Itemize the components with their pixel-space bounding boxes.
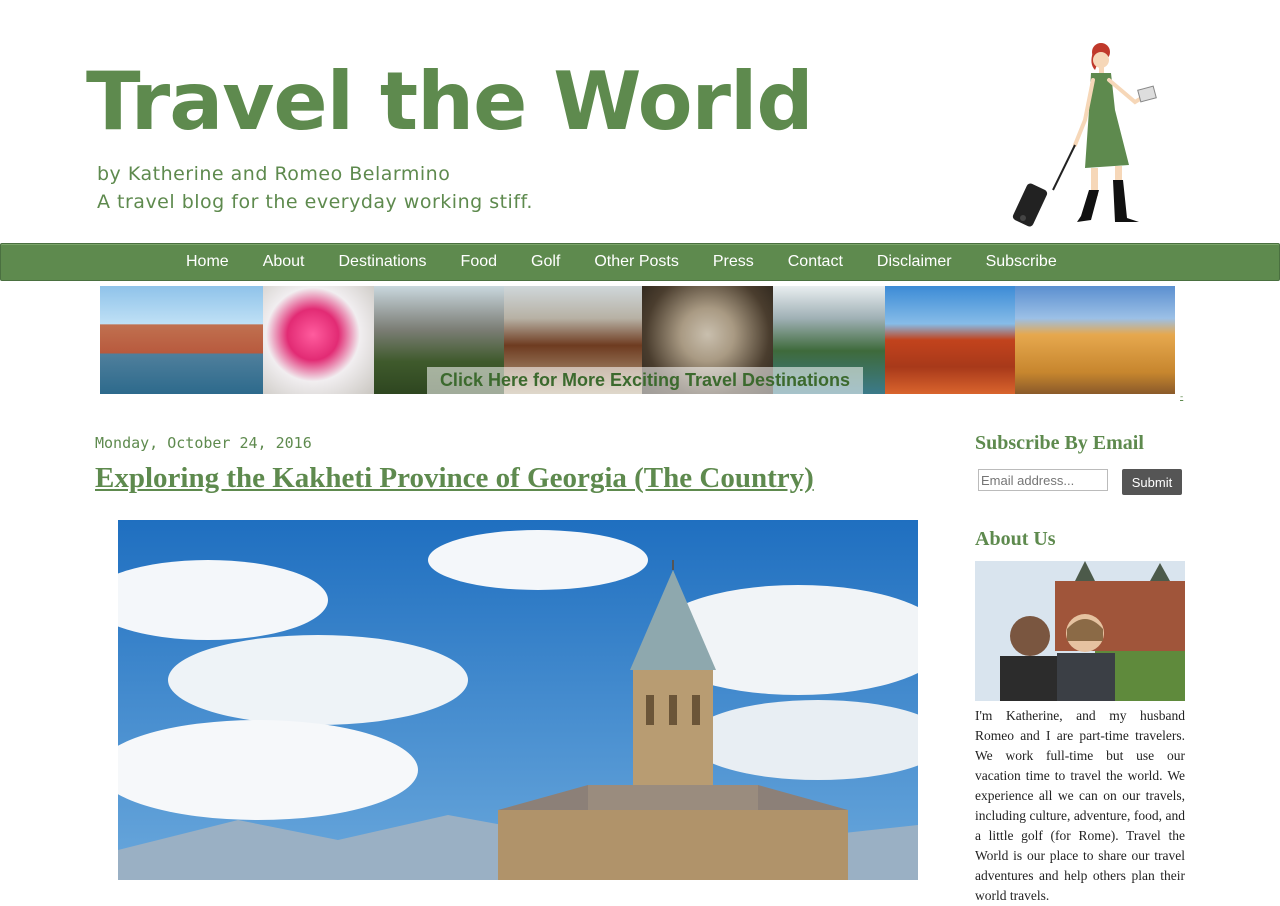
subscribe-submit-button[interactable]: Submit bbox=[1122, 469, 1182, 495]
post-title-link[interactable]: Exploring the Kakheti Province of Georgi… bbox=[95, 462, 814, 495]
nav-item-about[interactable]: About bbox=[246, 244, 322, 280]
banner-photo-parthenon bbox=[1015, 286, 1175, 394]
post-hero-image-cathedral bbox=[118, 520, 918, 880]
banner-photo-castle bbox=[100, 286, 263, 394]
nav-item-press[interactable]: Press bbox=[696, 244, 771, 280]
nav-item-home[interactable]: Home bbox=[169, 244, 246, 280]
banner-photo-dancers bbox=[263, 286, 374, 394]
nav-item-food[interactable]: Food bbox=[444, 244, 514, 280]
subscribe-heading: Subscribe By Email bbox=[975, 432, 1144, 454]
nav-item-other-posts[interactable]: Other Posts bbox=[577, 244, 695, 280]
tagline-description: A travel blog for the everyday working s… bbox=[97, 191, 533, 213]
about-us-photo bbox=[975, 561, 1185, 701]
post-date: Monday, October 24, 2016 bbox=[95, 434, 312, 452]
banner-photo-monument-valley bbox=[885, 286, 1015, 394]
destinations-cta-link[interactable]: Click Here for More Exciting Travel Dest… bbox=[427, 367, 863, 394]
about-us-text: I'm Katherine, and my husband Romeo and … bbox=[975, 708, 1185, 903]
email-input[interactable] bbox=[978, 469, 1108, 491]
traveler-girl-illustration bbox=[1012, 43, 1157, 227]
nav-item-golf[interactable]: Golf bbox=[514, 244, 577, 280]
nav-item-contact[interactable]: Contact bbox=[771, 244, 860, 280]
main-nav: Home About Destinations Food Golf Other … bbox=[0, 243, 1280, 281]
about-us-heading: About Us bbox=[975, 528, 1056, 550]
nav-item-destinations[interactable]: Destinations bbox=[322, 244, 444, 280]
site-title[interactable]: Travel the World bbox=[86, 52, 814, 152]
nav-item-subscribe[interactable]: Subscribe bbox=[969, 244, 1074, 280]
banner-tiny-link[interactable]: - bbox=[1180, 392, 1183, 402]
tagline-byline: by Katherine and Romeo Belarmino bbox=[97, 163, 451, 185]
nav-item-disclaimer[interactable]: Disclaimer bbox=[860, 244, 969, 280]
